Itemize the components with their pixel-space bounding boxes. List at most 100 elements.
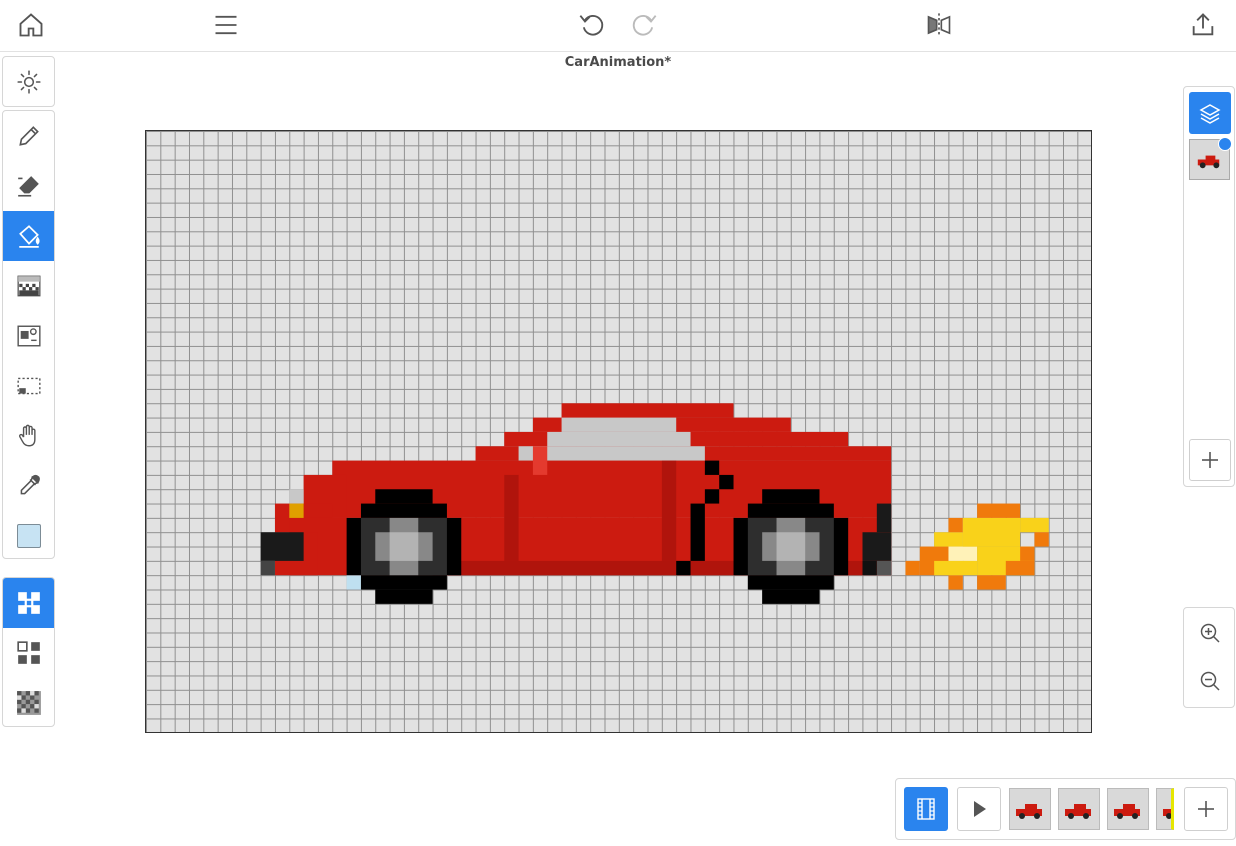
frame-thumbnail[interactable] bbox=[1156, 788, 1174, 830]
share-icon bbox=[1192, 13, 1214, 36]
exhaust-flame bbox=[905, 560, 920, 576]
fill-bucket-icon bbox=[18, 225, 40, 248]
noise-tool[interactable] bbox=[3, 678, 54, 728]
rear-wheel-hub bbox=[776, 532, 806, 561]
layers-panel bbox=[1183, 86, 1235, 487]
pencil-tool[interactable] bbox=[3, 111, 54, 161]
exhaust-flame bbox=[1005, 560, 1035, 576]
car-window bbox=[547, 431, 691, 447]
car-headlight bbox=[289, 489, 304, 504]
add-frame-button[interactable] bbox=[1184, 787, 1228, 831]
car-headlight bbox=[289, 503, 304, 518]
car-shade bbox=[661, 460, 677, 561]
mirror-icon bbox=[927, 13, 951, 37]
frame-thumbnail[interactable] bbox=[1107, 788, 1149, 830]
car-rear bbox=[862, 560, 877, 576]
car-door-line bbox=[704, 460, 720, 475]
exhaust-flame bbox=[934, 560, 978, 576]
car-highlight bbox=[532, 446, 548, 475]
car-rear bbox=[862, 532, 892, 561]
pencil-icon bbox=[18, 126, 39, 146]
rear-wheel bbox=[762, 489, 820, 504]
add-layer-button[interactable] bbox=[1189, 439, 1231, 481]
car-rear bbox=[876, 503, 892, 533]
selection-tool[interactable] bbox=[3, 361, 54, 411]
car-door-line bbox=[719, 474, 734, 490]
eyedropper-tool[interactable] bbox=[3, 461, 54, 511]
car-roof bbox=[561, 403, 734, 418]
redo-button[interactable] bbox=[626, 8, 662, 42]
eraser-icon bbox=[17, 176, 39, 197]
exhaust-flame bbox=[1034, 532, 1049, 547]
brightness-tool[interactable] bbox=[3, 57, 54, 106]
pixel-canvas[interactable] bbox=[145, 130, 1092, 733]
image-tool[interactable] bbox=[3, 311, 54, 361]
exhaust-flame bbox=[948, 575, 963, 590]
zoom-in-button[interactable] bbox=[1189, 612, 1231, 654]
car-window bbox=[561, 417, 677, 432]
redo-icon bbox=[632, 14, 657, 36]
front-wheel-hub bbox=[389, 532, 419, 561]
exhaust-flame bbox=[948, 517, 963, 533]
noise-icon bbox=[16, 691, 41, 715]
car-bumper bbox=[260, 532, 304, 561]
zoom-out-button[interactable] bbox=[1189, 660, 1231, 702]
hand-tool[interactable] bbox=[3, 411, 54, 461]
pixel-grid-tool[interactable] bbox=[3, 578, 54, 628]
hand-icon bbox=[18, 424, 36, 447]
car-body bbox=[862, 446, 892, 461]
frame-thumbnail[interactable] bbox=[1009, 788, 1051, 830]
undo-button[interactable] bbox=[574, 8, 610, 42]
menu-button[interactable] bbox=[208, 8, 244, 42]
pixel-art bbox=[260, 403, 1049, 604]
fill-bucket-tool[interactable] bbox=[3, 211, 54, 261]
selection-icon bbox=[16, 377, 41, 395]
film-icon bbox=[917, 798, 935, 820]
rear-wheel bbox=[747, 503, 834, 518]
layers-button[interactable] bbox=[1189, 92, 1231, 134]
play-button[interactable] bbox=[957, 787, 1001, 831]
car-light bbox=[346, 575, 361, 590]
timeline-panel bbox=[895, 778, 1236, 840]
car-thumbnail bbox=[1016, 804, 1042, 819]
rear-wheel bbox=[747, 575, 834, 590]
front-wheel bbox=[360, 503, 447, 518]
frame-thumbnail[interactable] bbox=[1058, 788, 1100, 830]
exhaust-flame bbox=[1020, 546, 1035, 561]
image-icon bbox=[16, 325, 41, 347]
front-wheel bbox=[360, 575, 447, 590]
exhaust-flame bbox=[977, 575, 1006, 590]
car-door-line bbox=[676, 560, 691, 576]
exhaust-flame bbox=[934, 532, 963, 547]
eraser-tool[interactable] bbox=[3, 161, 54, 211]
exhaust-flame bbox=[977, 503, 1021, 518]
layer-thumbnail[interactable] bbox=[1189, 137, 1232, 180]
draw-toolbar bbox=[2, 110, 55, 559]
dither-tool[interactable] bbox=[3, 261, 54, 311]
tile-icon bbox=[16, 641, 40, 664]
layer-visible-check[interactable] bbox=[1218, 137, 1232, 151]
grid-toolbar bbox=[2, 577, 55, 727]
dither-icon bbox=[17, 275, 40, 297]
adjust-toolbar bbox=[2, 56, 55, 107]
car-door-line bbox=[690, 503, 705, 561]
rear-wheel bbox=[762, 589, 820, 604]
frames-button[interactable] bbox=[904, 787, 948, 831]
home-button[interactable] bbox=[13, 8, 49, 42]
exhaust-flame bbox=[948, 546, 978, 561]
home-icon bbox=[19, 13, 43, 37]
undo-icon bbox=[579, 14, 604, 36]
color-swatch[interactable] bbox=[3, 511, 54, 561]
brightness-icon bbox=[16, 69, 41, 94]
car-bumper bbox=[260, 560, 275, 576]
eyedropper-icon bbox=[20, 474, 40, 495]
document-title: CarAnimation* bbox=[564, 55, 672, 70]
car-shade bbox=[504, 474, 519, 561]
car-thumbnail bbox=[1065, 804, 1091, 819]
car-rear bbox=[876, 560, 892, 576]
share-button[interactable] bbox=[1185, 8, 1221, 42]
tile-tool[interactable] bbox=[3, 628, 54, 678]
plus-icon bbox=[1198, 801, 1214, 817]
exhaust-flame bbox=[1020, 517, 1049, 533]
mirror-button[interactable] bbox=[921, 8, 957, 42]
